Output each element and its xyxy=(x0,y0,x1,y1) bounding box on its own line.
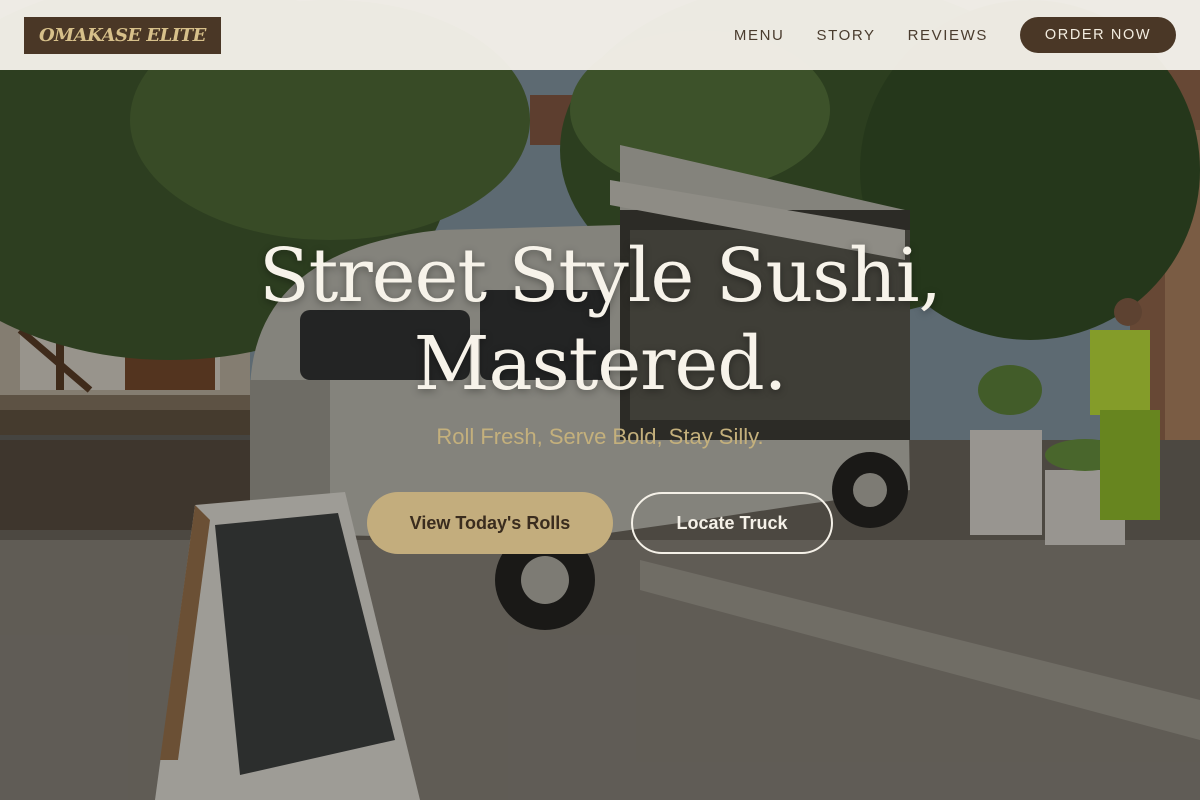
hero-content: Street Style Sushi, Mastered. Roll Fresh… xyxy=(0,232,1200,554)
hero-cta-row: View Today's Rolls Locate Truck xyxy=(0,492,1200,554)
hero-title-line-1: Street Style Sushi, xyxy=(258,233,942,319)
nav-menu-link[interactable]: MENU xyxy=(734,27,785,44)
locate-truck-button[interactable]: Locate Truck xyxy=(631,492,833,554)
brand-logo[interactable]: OMAKASE ELITE xyxy=(24,16,221,54)
hero-title-line-2: Mastered. xyxy=(413,321,787,407)
view-todays-rolls-button[interactable]: View Today's Rolls xyxy=(367,492,613,554)
site-header: OMAKASE ELITE MENU STORY REVIEWS ORDER N… xyxy=(0,0,1200,70)
main-nav: MENU STORY REVIEWS ORDER NOW xyxy=(702,17,1176,53)
nav-story-link[interactable]: STORY xyxy=(816,27,875,44)
hero-title: Street Style Sushi, Mastered. xyxy=(0,232,1200,408)
order-now-button[interactable]: ORDER NOW xyxy=(1020,17,1176,53)
nav-reviews-link[interactable]: REVIEWS xyxy=(908,27,988,44)
hero-tagline: Roll Fresh, Serve Bold, Stay Silly. xyxy=(436,424,764,449)
